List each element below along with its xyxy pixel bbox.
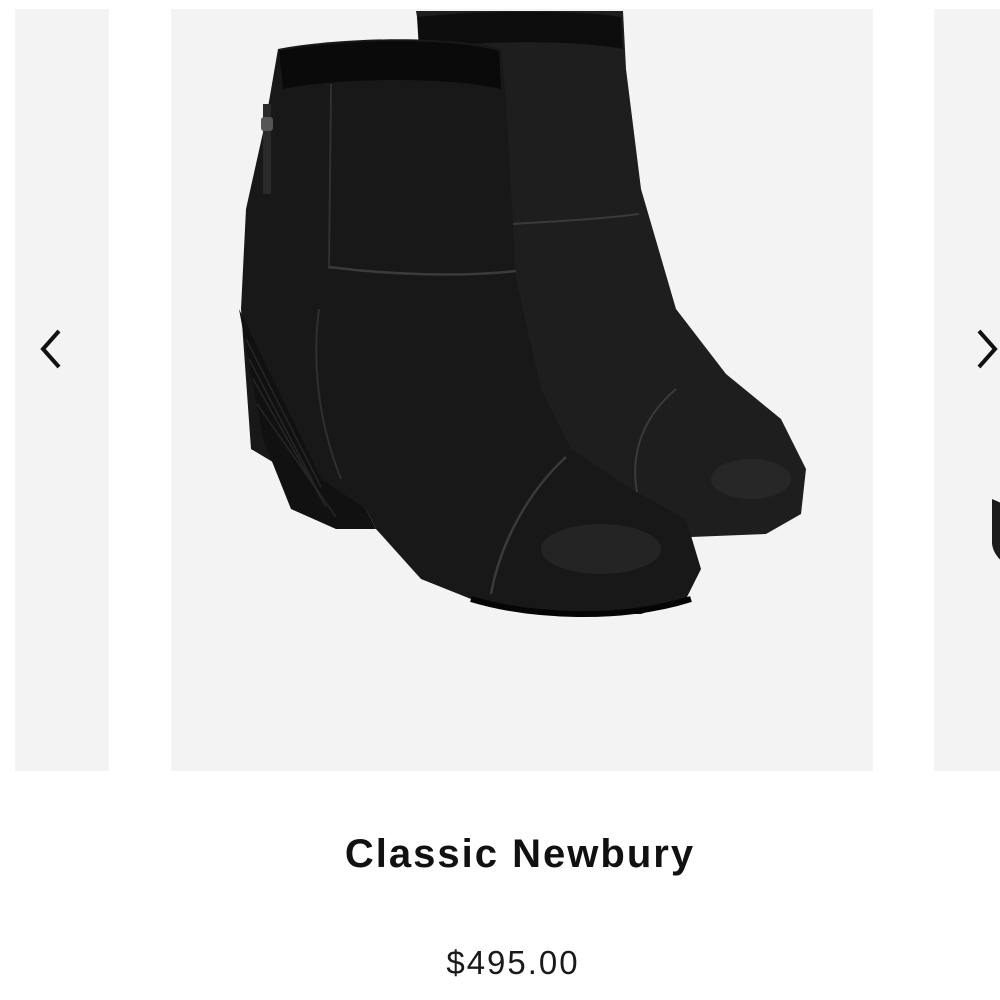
product-price: $495.00 bbox=[446, 944, 580, 981]
ankle-boots-image bbox=[239, 11, 806, 617]
chevron-right-icon bbox=[977, 329, 998, 369]
product-image-carousel bbox=[0, 0, 1000, 780]
carousel-prev-button[interactable] bbox=[32, 325, 72, 373]
carousel-next-button[interactable] bbox=[966, 325, 1000, 373]
main-product-slide bbox=[171, 9, 873, 771]
next-slide-boot-image bbox=[992, 499, 1000, 560]
next-slide-preview[interactable] bbox=[934, 9, 1000, 771]
product-title: Classic Newbury bbox=[344, 832, 696, 876]
previous-slide-preview[interactable] bbox=[15, 9, 109, 771]
product-page: Classic Newbury $495.00 bbox=[0, 0, 1000, 1000]
chevron-left-icon bbox=[40, 329, 61, 369]
